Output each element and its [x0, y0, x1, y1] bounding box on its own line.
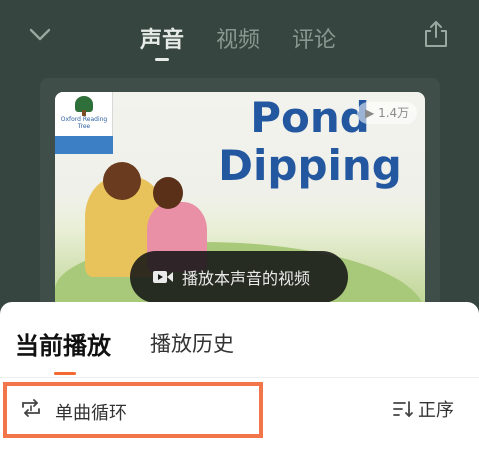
- sort-order-button[interactable]: 正序: [392, 396, 454, 422]
- divider: [0, 377, 479, 378]
- play-video-button[interactable]: 播放本声音的视频: [130, 251, 348, 303]
- tab-play-history[interactable]: 播放历史: [150, 328, 234, 358]
- sort-order-icon: [393, 401, 413, 417]
- video-camera-icon: [153, 271, 173, 283]
- repeat-one-icon: [22, 399, 40, 417]
- top-bar: 声音 视频 评论: [0, 0, 479, 80]
- cover-title-line2: Dipping: [218, 141, 402, 190]
- play-icon: ▶: [365, 106, 375, 120]
- cover-illustration-head: [103, 162, 141, 200]
- tab-video[interactable]: 视频: [216, 22, 260, 54]
- cover-illustration-head: [153, 177, 183, 209]
- sheet-tab-underline: [54, 372, 76, 375]
- play-count: 1.4万: [378, 106, 410, 120]
- sort-order-label: 正序: [418, 400, 454, 421]
- tab-comments[interactable]: 评论: [292, 22, 336, 54]
- publisher-logo: Oxford Reading Tree: [55, 92, 113, 154]
- chevron-down-icon[interactable]: [28, 24, 52, 44]
- play-count-badge: ▶ 1.4万: [357, 102, 418, 124]
- tab-audio[interactable]: 声音: [140, 22, 184, 54]
- logo-band: [55, 136, 113, 154]
- tab-underline: [155, 58, 169, 61]
- share-icon[interactable]: [423, 20, 449, 48]
- tab-now-playing[interactable]: 当前播放: [15, 326, 111, 361]
- play-video-label: 播放本声音的视频: [182, 269, 311, 288]
- loop-mode-label: 单曲循环: [55, 403, 127, 424]
- logo-text: Oxford Reading Tree: [60, 116, 108, 130]
